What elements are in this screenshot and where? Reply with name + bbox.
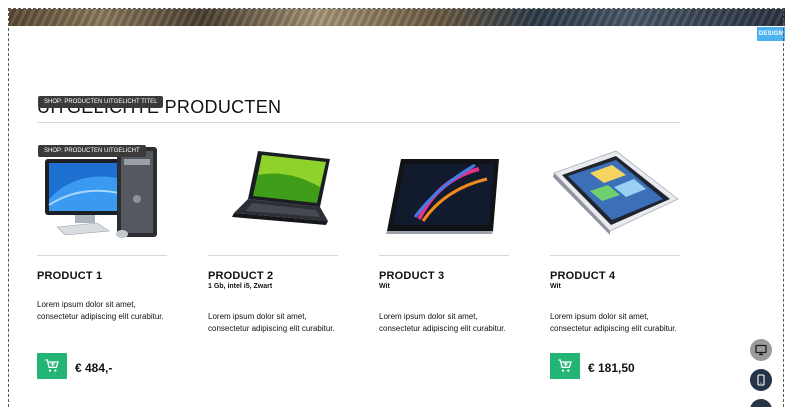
more-view-button[interactable] — [750, 399, 772, 407]
laptop-image[interactable] — [208, 139, 338, 249]
product-description: Lorem ipsum dolor sit amet, consectetur … — [208, 312, 335, 333]
editor-canvas: DESIGN UITGELICHTE PRODUCTEN PRODUCT 1 L… — [8, 8, 785, 407]
product-card: PRODUCT 2 1 Gb, intel i5, Zwart Lorem ip… — [208, 139, 338, 399]
product-divider — [379, 255, 509, 256]
product-subtitle: Wit — [379, 283, 390, 290]
product-description: Lorem ipsum dolor sit amet, consectetur … — [379, 312, 506, 333]
product-price: € 181,50 — [588, 361, 635, 375]
edit-tag-products[interactable]: SHOP: PRODUCTEN UITGELICHT — [38, 145, 146, 157]
tablet-image[interactable] — [379, 139, 509, 249]
add-to-cart-button[interactable] — [37, 353, 67, 379]
product-divider — [208, 255, 338, 256]
product-card: PRODUCT 4 Wit Lorem ipsum dolor sit amet… — [550, 139, 680, 399]
product-card: PRODUCT 1 Lorem ipsum dolor sit amet, co… — [37, 139, 167, 399]
hero-banner-image — [9, 9, 785, 26]
design-button[interactable]: DESIGN — [757, 27, 785, 41]
product-card: PRODUCT 3 Wit Lorem ipsum dolor sit amet… — [379, 139, 509, 399]
product-description: Lorem ipsum dolor sit amet, consectetur … — [37, 300, 164, 321]
edit-tag-section-title[interactable]: SHOP: PRODUCTEN UITGELICHT TITEL — [38, 96, 164, 108]
product-name[interactable]: PRODUCT 2 — [208, 270, 273, 282]
product-subtitle: 1 Gb, intel i5, Zwart — [208, 283, 273, 290]
mobile-view-button[interactable] — [750, 369, 772, 391]
desktop-view-button[interactable] — [750, 339, 772, 361]
desktop-view-icon — [755, 344, 767, 356]
canvas-right-border — [783, 8, 784, 407]
product-divider — [550, 255, 680, 256]
cart-plus-icon — [45, 359, 59, 372]
cart-plus-icon — [558, 359, 572, 372]
product-description: Lorem ipsum dolor sit amet, consectetur … — [550, 312, 677, 333]
add-to-cart-button[interactable] — [550, 353, 580, 379]
product-divider — [37, 255, 167, 256]
title-divider — [37, 122, 680, 123]
product-name[interactable]: PRODUCT 4 — [550, 270, 615, 282]
tablet-angled-image[interactable] — [550, 139, 680, 249]
product-name[interactable]: PRODUCT 1 — [37, 270, 102, 282]
product-subtitle: Wit — [550, 283, 561, 290]
product-name[interactable]: PRODUCT 3 — [379, 270, 444, 282]
mobile-view-icon — [757, 374, 765, 386]
product-price: € 484,- — [75, 361, 113, 375]
